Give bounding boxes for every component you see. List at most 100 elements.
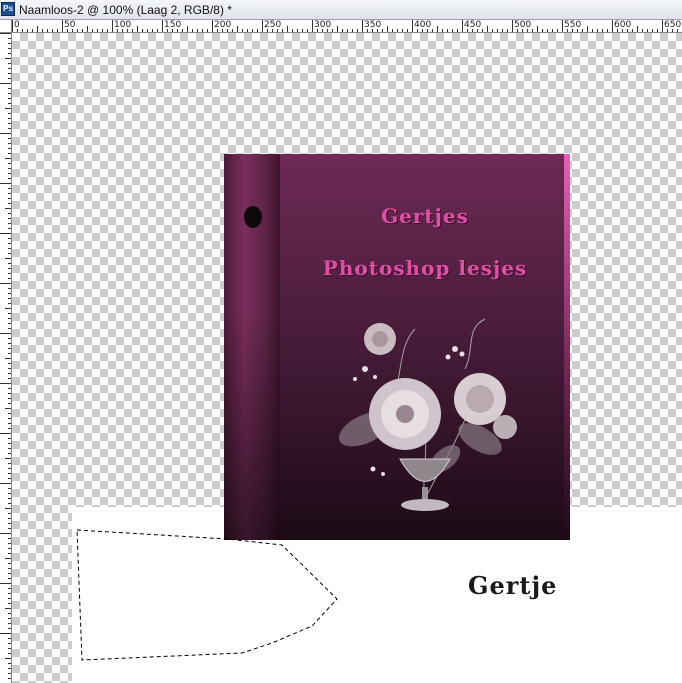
ruler-tick [352, 29, 353, 32]
ruler-tick [8, 438, 11, 439]
ruler-tick [57, 29, 58, 32]
ruler-tick [8, 198, 11, 199]
ruler-tick [8, 678, 11, 679]
ruler-tick [642, 29, 643, 32]
ruler-tick [402, 29, 403, 32]
ruler-label: 100 [114, 20, 132, 30]
ruler-tick [662, 20, 663, 32]
ruler-label: 350 [364, 20, 382, 30]
photoshop-icon: Ps [1, 2, 15, 16]
ruler-tick [187, 26, 188, 32]
ruler-tick [252, 29, 253, 32]
ruler-tick [282, 29, 283, 32]
ruler-tick [8, 418, 11, 419]
ruler-tick [8, 673, 11, 674]
ruler-tick [8, 613, 11, 614]
ruler-tick [8, 248, 11, 249]
ruler-tick [492, 29, 493, 32]
horizontal-ruler[interactable]: 0 50 100 150 200 250 300 350 400 450 500 550 600 650 [12, 20, 682, 33]
ruler-tick [8, 43, 11, 44]
ruler-tick [8, 268, 11, 269]
ruler-tick [8, 528, 11, 529]
ruler-tick [0, 133, 11, 134]
ruler-tick [8, 388, 11, 389]
ruler-tick [5, 208, 11, 209]
ruler-tick [387, 26, 388, 32]
ruler-tick [8, 178, 11, 179]
ruler-tick [8, 653, 11, 654]
ruler-tick [8, 368, 11, 369]
ruler-tick [8, 443, 11, 444]
ruler-label: 450 [464, 20, 482, 30]
ruler-tick [287, 26, 288, 32]
ruler-tick [8, 593, 11, 594]
ruler-tick [8, 188, 11, 189]
ruler-tick [297, 29, 298, 32]
ruler-tick [8, 603, 11, 604]
ruler-tick [292, 29, 293, 32]
ruler-tick [152, 29, 153, 32]
ruler-tick [8, 228, 11, 229]
ruler-tick [8, 428, 11, 429]
ruler-tick [537, 26, 538, 32]
ruler-tick [357, 29, 358, 32]
ruler-tick [197, 29, 198, 32]
ruler-tick [8, 568, 11, 569]
ruler-tick [8, 378, 11, 379]
ruler-tick [8, 638, 11, 639]
ruler-tick [8, 348, 11, 349]
ruler-tick [82, 29, 83, 32]
ruler-tick [8, 153, 11, 154]
ruler-label: 200 [214, 20, 232, 30]
ruler-label: 0 [14, 20, 20, 30]
ruler-tick [407, 29, 408, 32]
ruler-tick [8, 478, 11, 479]
ruler-tick [8, 618, 11, 619]
ruler-tick [457, 29, 458, 32]
ruler-tick [582, 29, 583, 32]
ruler-tick [512, 20, 513, 32]
document-canvas[interactable]: Gertjes Photoshop lesjes Gertje [12, 33, 682, 683]
ruler-tick [0, 83, 11, 84]
ruler-tick [237, 26, 238, 32]
ruler-tick [562, 20, 563, 32]
ruler-tick [8, 138, 11, 139]
ruler-label: 300 [314, 20, 332, 30]
window-title-bar[interactable]: Ps Naamloos-2 @ 100% (Laag 2, RGB/8) * [0, 0, 682, 20]
ruler-tick [302, 29, 303, 32]
ruler-tick [8, 243, 11, 244]
ruler-tick [8, 253, 11, 254]
ruler-tick [5, 308, 11, 309]
ruler-tick [592, 29, 593, 32]
ruler-tick [8, 453, 11, 454]
ruler-tick [8, 93, 11, 94]
ruler-tick [8, 313, 11, 314]
ruler-tick [42, 29, 43, 32]
vertical-ruler[interactable] [0, 33, 12, 683]
ruler-label: 400 [414, 20, 432, 30]
ruler-tick [447, 29, 448, 32]
ruler-tick [112, 20, 113, 32]
ruler-tick [8, 463, 11, 464]
ruler-tick [8, 273, 11, 274]
ruler-tick [107, 29, 108, 32]
ruler-tick [5, 158, 11, 159]
ruler-label: 650 [664, 20, 682, 30]
ruler-tick [452, 29, 453, 32]
ruler-origin-corner[interactable] [0, 20, 12, 33]
ruler-tick [347, 29, 348, 32]
ruler-tick [87, 26, 88, 32]
ruler-tick [92, 29, 93, 32]
ruler-tick [547, 29, 548, 32]
ruler-tick [8, 323, 11, 324]
ruler-label: 500 [514, 20, 532, 30]
ruler-tick [0, 583, 11, 584]
ruler-tick [257, 29, 258, 32]
ruler-tick [392, 29, 393, 32]
ruler-tick [102, 29, 103, 32]
ruler-tick [8, 38, 11, 39]
ruler-tick [8, 148, 11, 149]
ruler-tick [8, 98, 11, 99]
ruler-tick [8, 513, 11, 514]
ruler-tick [637, 26, 638, 32]
